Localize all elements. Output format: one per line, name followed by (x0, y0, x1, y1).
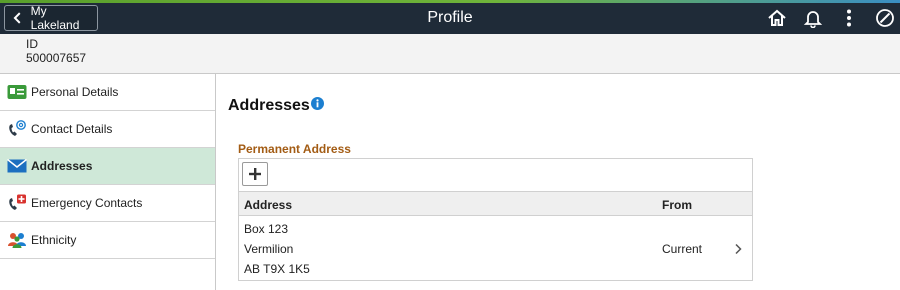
chevron-left-icon (13, 12, 21, 24)
sidebar-item-label: Addresses (31, 159, 93, 173)
sidebar-item-label: Emergency Contacts (31, 196, 143, 210)
address-grid: Address From Box 123 Vermilion AB T9X 1K… (238, 158, 753, 281)
sidebar-item-personal-details[interactable]: Personal Details (0, 74, 215, 111)
people-icon (7, 231, 27, 249)
add-address-button[interactable] (242, 162, 268, 186)
address-line-1: Box 123 (244, 222, 289, 236)
sidebar: Personal Details Contact Details Address… (0, 74, 216, 290)
id-value: 500007657 (26, 51, 87, 65)
home-icon[interactable] (766, 7, 788, 29)
bell-icon[interactable] (802, 7, 824, 29)
back-button-label: My Lakeland (30, 4, 80, 32)
sidebar-item-label: Ethnicity (31, 233, 77, 247)
main-content: Addresses Permanent Address Address From… (217, 74, 900, 290)
id-label: ID (26, 37, 38, 51)
page-section-title: Addresses (228, 97, 310, 114)
compass-icon[interactable] (874, 7, 896, 29)
address-line-2: Vermilion (244, 242, 294, 256)
info-icon[interactable] (311, 97, 324, 110)
plus-icon (249, 168, 261, 180)
sidebar-item-ethnicity[interactable]: Ethnicity (0, 222, 215, 259)
id-bar: ID 500007657 (0, 34, 900, 74)
back-button[interactable]: My Lakeland (4, 4, 98, 32)
address-line-3: AB T9X 1K5 (244, 262, 310, 276)
banner-accent-stripe (0, 0, 900, 3)
sidebar-item-emergency-contacts[interactable]: Emergency Contacts (0, 185, 215, 222)
sidebar-item-label: Personal Details (31, 85, 119, 99)
column-header-from: From (662, 198, 692, 212)
sidebar-item-contact-details[interactable]: Contact Details (0, 111, 215, 148)
from-value: Current (662, 242, 703, 256)
id-card-icon (7, 83, 27, 101)
emergency-phone-icon (7, 194, 27, 212)
chevron-right-icon[interactable] (733, 243, 743, 255)
more-vertical-icon[interactable] (838, 7, 860, 29)
phone-email-icon (7, 120, 27, 138)
page-title: Profile (427, 9, 473, 26)
sidebar-item-label: Contact Details (31, 122, 113, 136)
top-banner: My Lakeland Profile (0, 0, 900, 34)
permanent-address-heading: Permanent Address (238, 142, 351, 156)
envelope-icon (7, 157, 27, 175)
grid-header: Address From (239, 191, 752, 216)
column-header-address: Address (244, 198, 293, 212)
table-row[interactable]: Box 123 Vermilion AB T9X 1K5 Current (239, 216, 752, 280)
sidebar-item-addresses[interactable]: Addresses (0, 148, 215, 185)
